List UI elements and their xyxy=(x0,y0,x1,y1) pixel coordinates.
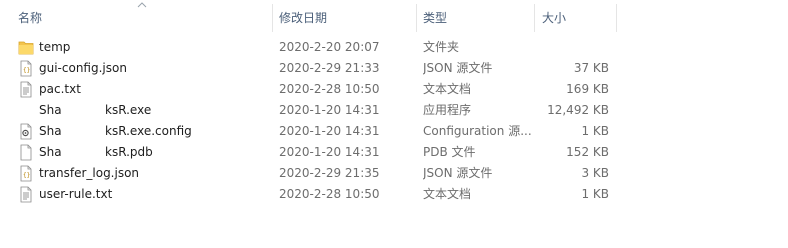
file-type: PDB 文件 xyxy=(423,145,476,159)
file-row[interactable]: pac.txt 2020-2-28 10:50 文本文档 169 KB xyxy=(0,79,788,100)
column-header-size[interactable]: 大小 xyxy=(542,9,566,27)
file-type: Configuration 源... xyxy=(423,124,532,138)
file-name: transfer_log.json xyxy=(39,166,140,180)
file-row[interactable]: Sha ksR.exe.config 2020-1-20 14:31 Confi… xyxy=(0,121,788,142)
svg-text:{}: {} xyxy=(23,172,30,179)
column-header-type[interactable]: 类型 xyxy=(423,9,447,27)
file-size xyxy=(538,37,609,58)
sort-ascending-icon xyxy=(137,2,147,8)
file-name: pac.txt xyxy=(39,82,81,96)
file-row[interactable]: user-rule.txt 2020-2-28 10:50 文本文档 1 KB xyxy=(0,184,788,205)
file-size: 37 KB xyxy=(573,61,609,75)
file-date: 2020-2-28 10:50 xyxy=(279,187,380,201)
file-type: 文本文档 xyxy=(423,187,472,201)
file-type: 文本文档 xyxy=(423,82,472,96)
column-divider[interactable] xyxy=(534,4,535,32)
file-row[interactable]: {} transfer_log.json 2020-2-29 21:35 JSO… xyxy=(0,163,788,184)
json-file-icon: {} xyxy=(20,60,32,77)
text-file-icon xyxy=(20,81,32,98)
file-date: 2020-2-20 20:07 xyxy=(279,40,380,54)
svg-text:{}: {} xyxy=(23,67,30,74)
file-name-suffix: ksR.exe.config xyxy=(105,124,192,138)
file-icon xyxy=(20,144,32,161)
column-header-bar: 名称 修改日期 类型 大小 xyxy=(0,0,788,36)
file-size: 152 KB xyxy=(566,145,609,159)
file-date: 2020-1-20 14:31 xyxy=(279,103,380,117)
file-size: 12,492 KB xyxy=(547,103,609,117)
file-row[interactable]: temp 2020-2-20 20:07 文件夹 xyxy=(0,37,788,58)
file-name-suffix: ksR.exe xyxy=(105,103,152,117)
file-name-prefix: Sha xyxy=(39,103,62,117)
file-size: 1 KB xyxy=(581,124,609,138)
file-name-suffix: ksR.pdb xyxy=(105,145,153,159)
column-header-name[interactable]: 名称 xyxy=(18,9,42,27)
json-file-icon: {} xyxy=(20,165,32,182)
file-type: 应用程序 xyxy=(423,103,472,117)
file-date: 2020-1-20 14:31 xyxy=(279,124,380,138)
column-divider[interactable] xyxy=(616,4,617,32)
file-type: JSON 源文件 xyxy=(423,61,493,75)
file-name-prefix: Sha xyxy=(39,145,62,159)
file-name: Sha ksR.exe xyxy=(39,100,269,121)
folder-icon xyxy=(18,41,34,55)
file-date: 2020-2-28 10:50 xyxy=(279,82,380,96)
config-file-icon xyxy=(20,123,32,140)
file-size: 169 KB xyxy=(566,82,609,96)
file-name: Sha ksR.pdb xyxy=(39,142,269,163)
column-header-date[interactable]: 修改日期 xyxy=(279,9,327,27)
file-date: 2020-1-20 14:31 xyxy=(279,145,380,159)
text-file-icon xyxy=(20,186,32,203)
file-row[interactable]: {} gui-config.json 2020-2-29 21:33 JSON … xyxy=(0,58,788,79)
file-name-prefix: Sha xyxy=(39,124,62,138)
file-date: 2020-2-29 21:35 xyxy=(279,166,380,180)
file-size: 1 KB xyxy=(581,187,609,201)
file-type: 文件夹 xyxy=(423,40,460,54)
file-row[interactable]: Sha ksR.exe 2020-1-20 14:31 应用程序 12,492 … xyxy=(0,100,788,121)
file-size: 3 KB xyxy=(581,166,609,180)
column-divider[interactable] xyxy=(272,4,273,32)
file-row[interactable]: Sha ksR.pdb 2020-1-20 14:31 PDB 文件 152 K… xyxy=(0,142,788,163)
file-name: gui-config.json xyxy=(39,61,127,75)
file-type: JSON 源文件 xyxy=(423,166,493,180)
file-date: 2020-2-29 21:33 xyxy=(279,61,380,75)
column-divider[interactable] xyxy=(416,4,417,32)
file-name: temp xyxy=(39,40,71,54)
file-name: Sha ksR.exe.config xyxy=(39,121,269,142)
file-name: user-rule.txt xyxy=(39,187,113,201)
